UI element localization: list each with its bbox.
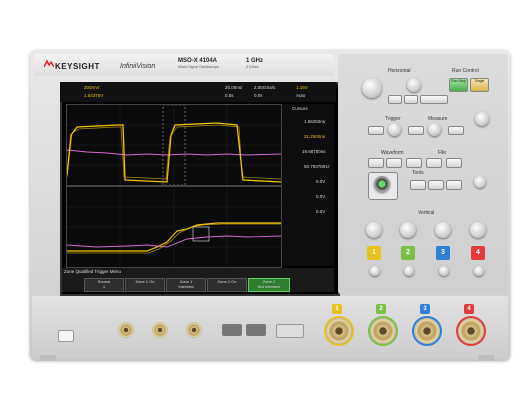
horizontal-scale-knob[interactable] (362, 78, 382, 98)
bandwidth: 1 GHz (246, 58, 264, 64)
usb-port-2 (246, 324, 266, 336)
usb-port-1 (222, 324, 242, 336)
trigger-mode: Auto (296, 93, 306, 98)
ch4-button[interactable]: 4 (471, 246, 485, 260)
measure-section-label: Measure (428, 116, 448, 122)
intensity-knob[interactable] (475, 112, 489, 126)
run-control-label: Run Control (452, 68, 479, 74)
softkey-menu-title: Zone Qualified Trigger Menu (64, 269, 122, 274)
waveform-plot-lower (66, 186, 282, 268)
ch3-offset-knob[interactable] (439, 266, 449, 276)
horizontal-position-knob[interactable] (407, 78, 421, 92)
gen-out-connector (186, 322, 202, 338)
cursor-inv-dx: 50.7937MHz (304, 164, 330, 169)
cursor-x1: 1.56250ns (304, 119, 326, 124)
ch4-scale-knob[interactable] (470, 222, 486, 238)
softkey-zone2-on[interactable]: Zone 2 On (207, 278, 247, 292)
cursor-y1: 0.0V (316, 179, 326, 184)
ch3-button[interactable]: 3 (436, 246, 450, 260)
softkey-zone1-on[interactable]: Zone 1 On (125, 278, 165, 292)
entry-knob[interactable] (374, 176, 390, 192)
model-name: MSO-X 4104A (178, 58, 218, 64)
ch4-offset-knob[interactable] (474, 266, 484, 276)
ch2-scale-knob[interactable] (400, 222, 416, 238)
horizontal-section-label: Horizontal (388, 68, 411, 74)
ch3-input-connector (414, 318, 440, 344)
display-button[interactable] (386, 158, 402, 168)
file-section-label: File (438, 150, 447, 156)
ch2-button[interactable]: 2 (401, 246, 415, 260)
sample-rate-readout: 2.00GSa/s (254, 85, 276, 90)
ch1-scale-knob[interactable] (366, 222, 382, 238)
keysight-logo-icon (44, 60, 54, 68)
ch1-connector-label: 1 (332, 304, 342, 314)
digital-input-connector (118, 322, 134, 338)
tools-section-label: Tools (412, 170, 424, 176)
ext-trig-connector (152, 322, 168, 338)
waveform-plot-upper (66, 104, 282, 186)
ch3-connector-label: 3 (420, 304, 430, 314)
ch1-input-connector (326, 318, 352, 344)
sample-rate: 5 GSa/s (246, 65, 259, 69)
cursor-x2: 21.2500ns (304, 134, 326, 139)
status-bar: 200mV/ 1.64375V 20.00ns/ 0.0s 2.00GSa/s … (60, 82, 336, 102)
ch1-button[interactable]: 1 (367, 246, 381, 260)
power-button[interactable] (58, 330, 74, 342)
navigate-button[interactable] (388, 95, 402, 104)
cursors-button[interactable] (408, 126, 424, 135)
ch3-scale-knob[interactable] (435, 222, 451, 238)
print-button[interactable] (426, 158, 442, 168)
ch4-input-connector (458, 318, 484, 344)
trigger-level: 1.16V (296, 85, 308, 90)
delay: 0.0s (225, 93, 234, 98)
math-knob[interactable] (474, 176, 486, 188)
timebase: 20.00ns/ (225, 85, 243, 90)
product-name: InfiniiVision (120, 63, 156, 70)
brand-name: KEYSIGHT (55, 62, 100, 71)
ch1-offset: 1.64375V (84, 93, 104, 98)
ch1-scale: 200mV/ (84, 85, 100, 90)
cursor-y2: 0.0V (316, 194, 326, 199)
softkey-source[interactable]: Source 1 (84, 278, 124, 292)
side-panel-title: Cursors (292, 106, 308, 111)
cursors-knob[interactable] (428, 123, 441, 136)
nav-arrows-button[interactable] (420, 95, 448, 104)
cursor-side-panel: Cursors 1.56250ns 21.2500ns 19.68750ns 5… (282, 104, 334, 266)
ch4-connector-label: 4 (464, 304, 474, 314)
meas-button[interactable] (448, 126, 464, 135)
left-foot (40, 355, 56, 361)
right-foot (478, 355, 494, 361)
trigger-time: 0.0s (254, 93, 263, 98)
acquire-button[interactable] (368, 158, 384, 168)
zoom-button[interactable] (404, 95, 418, 104)
softkey-zone2[interactable]: Zone 2 Not Intersect (248, 278, 290, 292)
upper-waveform-trace (66, 104, 282, 186)
utility-button[interactable] (410, 180, 426, 190)
single-button[interactable]: Single (470, 78, 489, 92)
ch2-input-connector (370, 318, 396, 344)
default-setup-button[interactable] (446, 158, 462, 168)
cursor-dy: 0.0V (316, 209, 326, 214)
vertical-section-label: Vertical (418, 210, 435, 216)
probe-comp-terminal (276, 324, 304, 338)
lower-waveform-trace (66, 187, 282, 267)
quick-action-button[interactable] (428, 180, 444, 190)
save-recall-button[interactable] (406, 158, 422, 168)
ch2-connector-label: 2 (376, 304, 386, 314)
model-subtitle: Mixed Signal Oscilloscope (178, 65, 219, 69)
run-stop-button[interactable]: Run Stop (449, 78, 468, 92)
ch1-offset-knob[interactable] (370, 266, 380, 276)
softkey-zone1[interactable]: Zone 1 Intersect (166, 278, 206, 292)
ch2-offset-knob[interactable] (404, 266, 414, 276)
cursor-dx: 19.68750ns (302, 149, 326, 154)
trigger-button[interactable] (368, 126, 384, 135)
analyze-button[interactable] (446, 180, 462, 190)
waveform-section-label: Waveform (381, 150, 404, 156)
trigger-level-knob[interactable] (388, 123, 401, 136)
trigger-section-label: Trigger (385, 116, 401, 122)
